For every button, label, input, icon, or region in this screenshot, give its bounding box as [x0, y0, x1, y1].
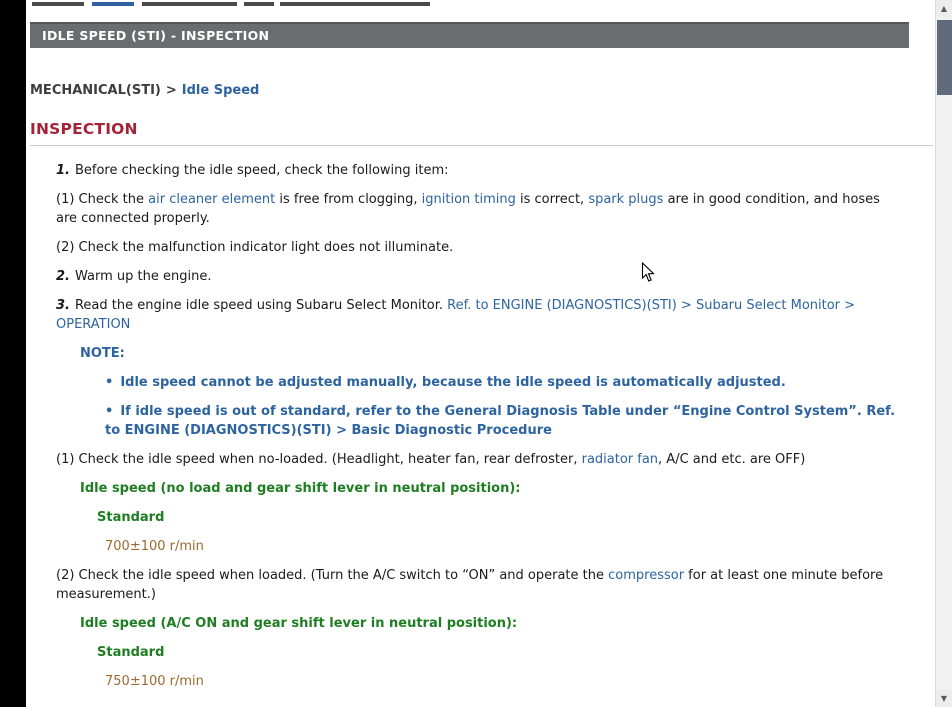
- manual-viewer-window: IDLE SPEED (STI) - INSPECTION MECHANICAL…: [0, 0, 952, 707]
- step-text: (1) Check the: [56, 192, 148, 207]
- note-label: NOTE:: [80, 344, 905, 363]
- step-1-sub-2: (2) Check the malfunction indicator ligh…: [56, 238, 905, 257]
- section-header-title: IDLE SPEED (STI) - INSPECTION: [42, 28, 269, 43]
- spec-standard-label: Standard: [97, 508, 905, 527]
- step-number: 1.: [56, 163, 70, 178]
- section-header-bar: IDLE SPEED (STI) - INSPECTION: [30, 22, 909, 48]
- step-3: 3. Read the engine idle speed using Subar…: [56, 296, 905, 334]
- window-left-black-edge: [0, 0, 26, 707]
- clipped-text-fragment: [32, 2, 84, 6]
- note-text: Idle speed cannot be adjusted manually, …: [120, 375, 785, 390]
- spec-standard-label: Standard: [97, 643, 905, 662]
- step-text: Warm up the engine.: [75, 269, 211, 284]
- heading-divider: [30, 145, 933, 146]
- spec-heading-no-load: Idle speed (no load and gear shift lever…: [80, 479, 905, 498]
- ignition-timing-link[interactable]: ignition timing: [422, 192, 516, 207]
- vertical-scrollbar[interactable]: ▲ ▼: [935, 0, 952, 707]
- air-cleaner-element-link[interactable]: air cleaner element: [148, 192, 275, 207]
- step-text: Read the engine idle speed using Subaru …: [75, 298, 447, 313]
- clipped-top-text-row: [26, 0, 935, 20]
- breadcrumb-separator: >: [166, 83, 177, 98]
- step-text: is correct,: [516, 192, 588, 207]
- breadcrumb: MECHANICAL(STI) > Idle Speed: [30, 83, 935, 98]
- step-number: 2.: [56, 269, 70, 284]
- spec-value-no-load: 700±100 r/min: [105, 537, 905, 556]
- step-text: (2) Check the idle speed when loaded. (T…: [56, 568, 608, 583]
- step-text: (1) Check the idle speed when no-loaded.…: [56, 452, 582, 467]
- breadcrumb-current-link[interactable]: Idle Speed: [182, 83, 260, 98]
- note-item: • Idle speed cannot be adjusted manually,…: [105, 373, 905, 392]
- note-item: • If idle speed is out of standard, refer…: [105, 402, 905, 440]
- clipped-text-fragment: [280, 2, 430, 6]
- step-2: 2. Warm up the engine.: [56, 267, 905, 286]
- scroll-up-button[interactable]: ▲: [936, 0, 952, 17]
- mouse-cursor-icon: [641, 262, 655, 283]
- scroll-down-button[interactable]: ▼: [936, 690, 952, 707]
- step-text: Before checking the idle speed, check th…: [75, 163, 449, 178]
- radiator-fan-link[interactable]: radiator fan: [582, 452, 658, 467]
- step-1: 1. Before checking the idle speed, check …: [56, 161, 905, 180]
- bullet-icon: •: [105, 375, 113, 390]
- spark-plugs-link[interactable]: spark plugs: [588, 192, 663, 207]
- step-text: is free from clogging,: [275, 192, 421, 207]
- breadcrumb-section: MECHANICAL(STI): [30, 83, 161, 98]
- note-text: If idle speed is out of standard, refer …: [120, 404, 866, 419]
- scrollbar-thumb[interactable]: [937, 20, 952, 95]
- step-1-sub-1: (1) Check the air cleaner element is fre…: [56, 190, 905, 228]
- bullet-icon: •: [105, 404, 113, 419]
- check-no-load: (1) Check the idle speed when no-loaded.…: [56, 450, 905, 469]
- step-text: (2) Check the malfunction indicator ligh…: [56, 240, 453, 255]
- compressor-link[interactable]: compressor: [608, 568, 684, 583]
- step-text: , A/C and etc. are OFF): [658, 452, 805, 467]
- check-loaded: (2) Check the idle speed when loaded. (T…: [56, 566, 905, 604]
- procedure-body: 1. Before checking the idle speed, check …: [56, 161, 905, 691]
- clipped-text-fragment: [92, 2, 134, 6]
- main-content: IDLE SPEED (STI) - INSPECTION MECHANICAL…: [26, 0, 935, 707]
- spec-value-ac-on: 750±100 r/min: [105, 672, 905, 691]
- clipped-text-fragment: [142, 2, 237, 6]
- clipped-text-fragment: [244, 2, 274, 6]
- page-title: INSPECTION: [30, 120, 935, 138]
- step-number: 3.: [56, 298, 70, 313]
- spec-heading-ac-on: Idle speed (A/C ON and gear shift lever …: [80, 614, 905, 633]
